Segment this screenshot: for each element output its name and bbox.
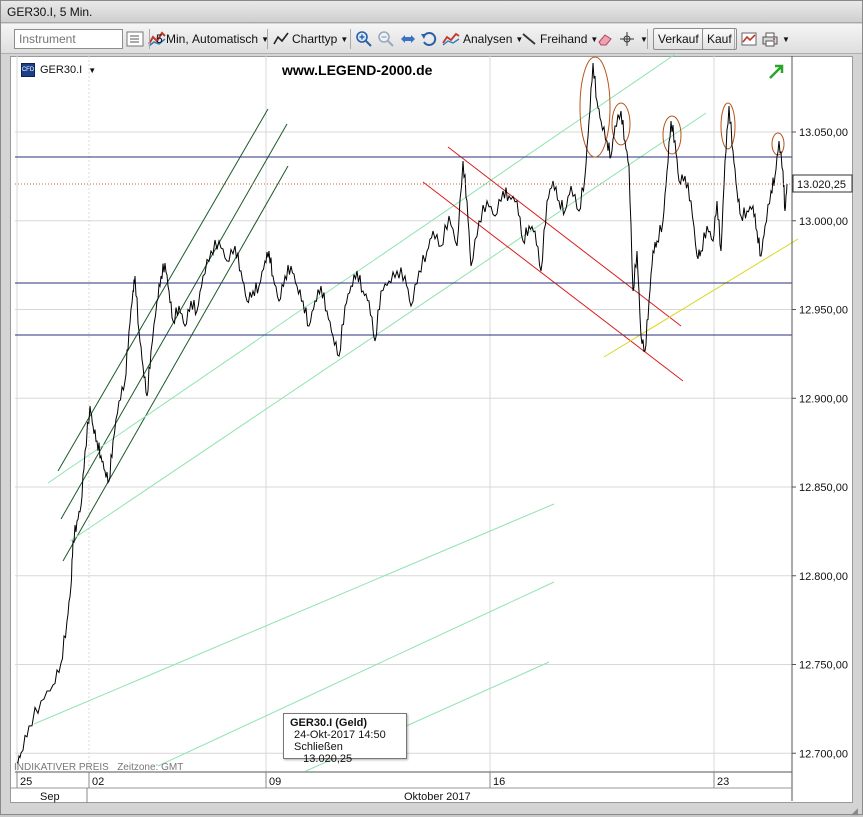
trend-line bbox=[69, 112, 707, 542]
highlight-circle bbox=[662, 115, 682, 155]
highlight-circles[interactable] bbox=[579, 56, 785, 158]
trend-line bbox=[33, 503, 555, 725]
trend-line bbox=[60, 123, 288, 520]
live-icon bbox=[769, 64, 784, 79]
current-price-label: 13.020,25 bbox=[797, 179, 846, 191]
cfd-logo-icon: CFD bbox=[21, 63, 35, 77]
trend-line bbox=[62, 165, 289, 562]
trend-lines[interactable] bbox=[33, 52, 799, 772]
watermark: www.LEGEND-2000.de bbox=[282, 62, 433, 78]
footer-info: INDIKATIVER PREIS Zeitzone: GMT bbox=[14, 762, 183, 773]
indicative-price-label: INDIKATIVER PREIS bbox=[14, 762, 109, 773]
tooltip-close-row: Schließen 13.020,25 bbox=[290, 741, 400, 765]
chart-window: GER30.I, 5 Min. 5 Min, Automatisch▼ Char… bbox=[0, 0, 863, 817]
month-label-okt: Oktober 2017 bbox=[404, 791, 471, 803]
y-tick-label: 13.000,00 bbox=[799, 216, 848, 228]
y-tick-label: 12.700,00 bbox=[799, 748, 848, 760]
price-chart[interactable]: 13.050,00 13.000,00 12.950,00 12.900,00 12.8… bbox=[1, 1, 863, 816]
symbol-selector[interactable]: CFD GER30.I ▼ bbox=[21, 63, 96, 77]
symbol-label: GER30.I bbox=[40, 64, 83, 76]
y-tick-label: 12.800,00 bbox=[799, 571, 848, 583]
x-axis: 25 02 09 16 23 Sep Oktober 2017 bbox=[10, 771, 792, 803]
y-tick-label: 12.850,00 bbox=[799, 482, 848, 494]
month-label-sep: Sep bbox=[40, 791, 60, 803]
tooltip-close-label: Schließen bbox=[294, 741, 343, 753]
y-tick-label: 13.050,00 bbox=[799, 127, 848, 139]
x-tick-label: 23 bbox=[717, 776, 729, 788]
y-tick-label: 12.750,00 bbox=[799, 660, 848, 672]
x-tick-label: 09 bbox=[269, 776, 281, 788]
price-series-line bbox=[16, 62, 788, 764]
tooltip-close-value: 13.020,25 bbox=[303, 753, 353, 765]
y-axis: 13.050,00 13.000,00 12.950,00 12.900,00 12.8… bbox=[791, 56, 848, 801]
tooltip-title: GER30.I (Geld) bbox=[290, 717, 368, 729]
x-tick-label: 16 bbox=[493, 776, 505, 788]
chevron-down-icon: ▼ bbox=[88, 65, 97, 75]
highlight-circle bbox=[579, 56, 611, 158]
trend-line bbox=[47, 52, 678, 484]
timezone-label: Zeitzone: GMT bbox=[117, 762, 184, 773]
trend-line bbox=[603, 238, 799, 358]
y-tick-label: 12.900,00 bbox=[799, 393, 848, 405]
grid bbox=[15, 56, 792, 772]
trend-line bbox=[447, 146, 682, 327]
x-tick-label: 02 bbox=[92, 776, 104, 788]
tooltip-date: 24-Okt-2017 14:50 bbox=[294, 729, 386, 741]
y-tick-label: 12.950,00 bbox=[799, 305, 848, 317]
highlight-circle bbox=[611, 102, 631, 146]
price-tooltip: GER30.I (Geld) 24-Okt-2017 14:50 Schließ… bbox=[283, 713, 407, 765]
x-tick-label: 25 bbox=[20, 776, 32, 788]
resize-grip-icon[interactable]: ◢ bbox=[851, 806, 858, 817]
